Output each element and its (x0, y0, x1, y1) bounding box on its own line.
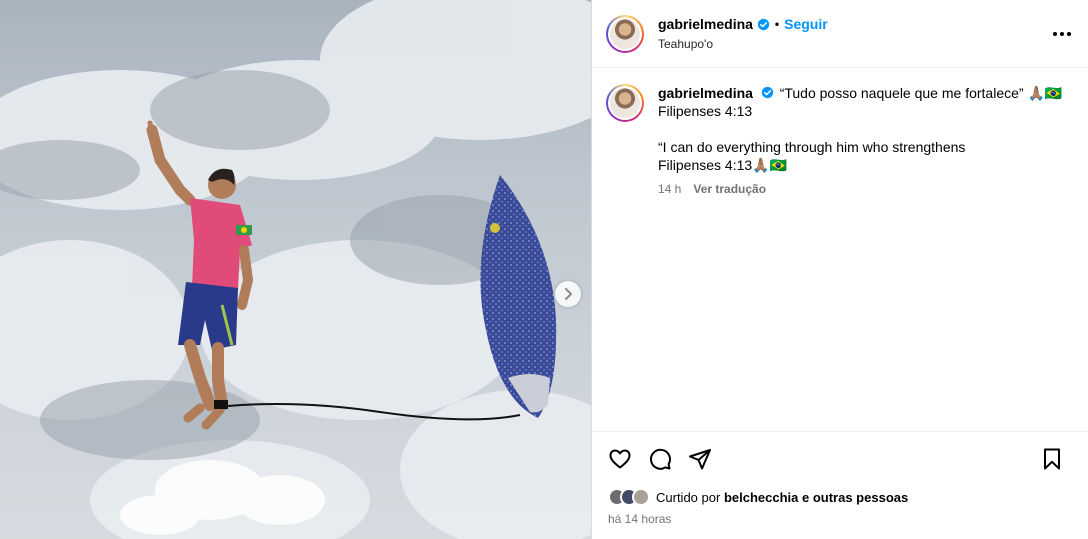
more-options-button[interactable] (1050, 22, 1074, 46)
post-actions: Curtido por belchecchia e outras pessoas… (592, 431, 1088, 539)
separator-dot: • (774, 17, 780, 31)
liker-avatars[interactable] (608, 488, 650, 506)
caption: gabrielmedina “Tudo posso naquele que me… (592, 68, 1088, 431)
surfboard (480, 175, 557, 418)
caption-meta: 14 h Ver tradução (658, 180, 1062, 198)
post-location[interactable]: Teahupo'o (658, 37, 828, 51)
caption-avatar[interactable] (606, 84, 644, 122)
send-icon[interactable] (688, 447, 712, 471)
instagram-post: gabrielmedina • Seguir Teahupo'o gabriel… (0, 0, 1088, 539)
liker-username[interactable]: belchecchia (724, 490, 798, 505)
likes-summary: Curtido por belchecchia e outras pessoas (608, 488, 1074, 506)
likes-prefix: Curtido por (656, 489, 721, 505)
author-username[interactable]: gabrielmedina (658, 16, 753, 32)
more-horizontal-icon (1053, 32, 1071, 36)
post-media[interactable] (0, 0, 591, 539)
post-header: gabrielmedina • Seguir Teahupo'o (592, 0, 1088, 68)
caption-age: 14 h (658, 182, 682, 196)
verified-badge-icon (761, 86, 773, 99)
verified-badge-icon (757, 18, 770, 30)
likes-suffix[interactable]: e outras pessoas (802, 490, 908, 505)
liker-avatar (632, 488, 650, 506)
comment-icon[interactable] (648, 447, 672, 471)
chevron-right-icon (565, 288, 572, 300)
post-timestamp[interactable]: há 14 horas (608, 512, 1074, 526)
post-side-panel: gabrielmedina • Seguir Teahupo'o gabriel… (591, 0, 1088, 539)
heart-icon[interactable] (608, 447, 632, 471)
bookmark-icon[interactable] (1040, 447, 1064, 471)
see-translation-link[interactable]: Ver tradução (693, 180, 766, 198)
follow-button[interactable]: Seguir (784, 16, 828, 32)
next-image-button[interactable] (555, 281, 581, 307)
author-avatar[interactable] (606, 14, 644, 53)
caption-username[interactable]: gabrielmedina (658, 85, 753, 101)
surfer-photo (0, 0, 591, 539)
